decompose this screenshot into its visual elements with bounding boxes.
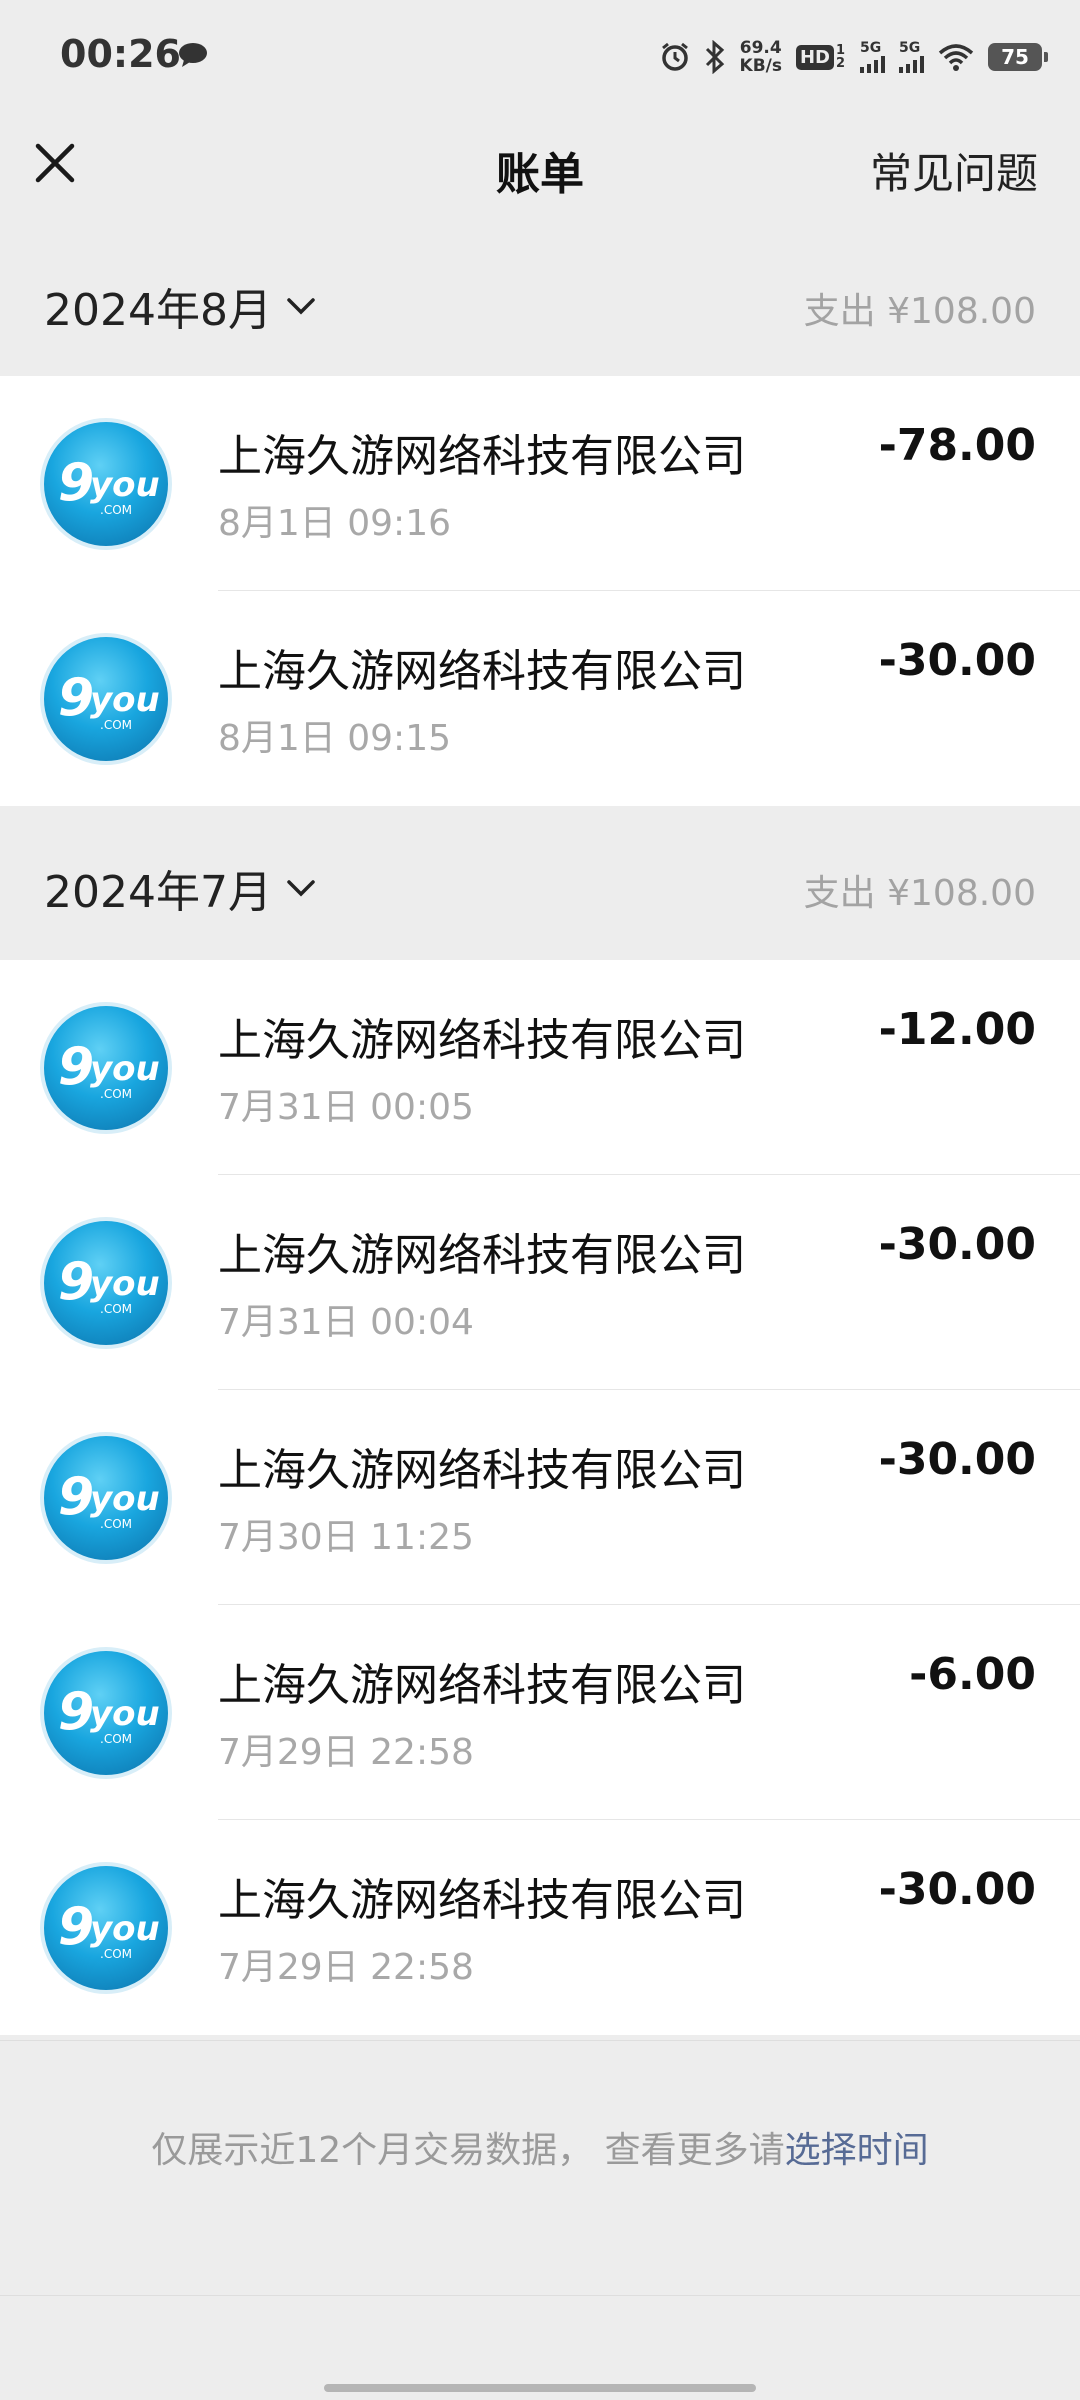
transaction-amount: -30.00 bbox=[878, 1219, 1036, 1270]
chat-notification-icon bbox=[179, 43, 207, 67]
month-spend-total: 支出 ¥108.00 bbox=[803, 291, 1036, 332]
faq-link[interactable]: 常见问题 bbox=[870, 140, 1038, 201]
merchant-name: 上海久游网络科技有限公司 bbox=[218, 1875, 746, 1926]
month-header[interactable]: 2024年7月 支出 ¥108.00 bbox=[0, 808, 1080, 958]
transaction-time: 7月31日 00:04 bbox=[218, 1302, 474, 1343]
battery-icon: 75 bbox=[988, 43, 1048, 71]
svg-text:9: 9 bbox=[58, 1037, 94, 1097]
svg-text:you: you bbox=[90, 1909, 160, 1949]
svg-text:9: 9 bbox=[58, 668, 94, 728]
transaction-time: 7月31日 00:05 bbox=[218, 1087, 474, 1128]
svg-text:.COM: .COM bbox=[100, 1947, 132, 1961]
9you-logo-icon: 9 you .COM bbox=[40, 1217, 172, 1349]
hd-sub: 1 2 bbox=[836, 43, 846, 71]
home-indicator[interactable] bbox=[324, 2384, 756, 2392]
svg-text:.COM: .COM bbox=[100, 1302, 132, 1316]
svg-text:9: 9 bbox=[58, 453, 94, 513]
transaction-amount: -6.00 bbox=[909, 1649, 1036, 1700]
9you-logo-icon: 9 you .COM bbox=[40, 633, 172, 765]
sim1-label: 5G bbox=[860, 40, 882, 56]
svg-text:you: you bbox=[90, 1694, 160, 1734]
svg-text:9: 9 bbox=[58, 1897, 94, 1957]
merchant-name: 上海久游网络科技有限公司 bbox=[218, 1445, 746, 1496]
svg-text:9: 9 bbox=[58, 1467, 94, 1527]
svg-text:9: 9 bbox=[58, 1252, 94, 1312]
bluetooth-icon bbox=[705, 40, 724, 74]
alarm-icon bbox=[661, 42, 688, 71]
merchant-name: 上海久游网络科技有限公司 bbox=[218, 646, 746, 697]
merchant-name: 上海久游网络科技有限公司 bbox=[218, 1230, 746, 1281]
merchant-name: 上海久游网络科技有限公司 bbox=[218, 1660, 746, 1711]
transaction-time: 7月30日 11:25 bbox=[218, 1517, 474, 1558]
svg-text:you: you bbox=[90, 1049, 160, 1089]
signal-bars-icon bbox=[860, 55, 885, 73]
footer-note: 仅展示近12个月交易数据， 查看更多请选择时间 bbox=[0, 2040, 1080, 2296]
sim1-signal: 5G bbox=[860, 41, 885, 73]
month-label: 2024年7月 bbox=[44, 867, 272, 918]
wifi-icon bbox=[938, 44, 974, 71]
footer-text: 仅展示近12个月交易数据， 查看更多请选择时间 bbox=[0, 2121, 1080, 2173]
svg-text:.COM: .COM bbox=[100, 503, 132, 517]
transaction-amount: -30.00 bbox=[878, 1434, 1036, 1485]
transaction-time: 8月1日 09:16 bbox=[218, 503, 451, 544]
transaction-row[interactable]: 9 you .COM 上海久游网络科技有限公司 7月29日 22:58 -6.00 bbox=[0, 1605, 1080, 1820]
svg-text:.COM: .COM bbox=[100, 1732, 132, 1746]
transaction-row[interactable]: 9 you .COM 上海久游网络科技有限公司 7月29日 22:58 -30.00 bbox=[0, 1820, 1080, 2035]
chevron-down-icon bbox=[287, 880, 315, 897]
hd-badge: HD bbox=[795, 44, 834, 70]
network-speed: 69.4 KB/s bbox=[740, 39, 782, 75]
svg-text:.COM: .COM bbox=[100, 1087, 132, 1101]
transaction-time: 7月29日 22:58 bbox=[218, 1732, 474, 1773]
transaction-list: 9 you .COM 上海久游网络科技有限公司 7月31日 00:05 -12.00… bbox=[0, 960, 1080, 2035]
transaction-row[interactable]: 9 you .COM 上海久游网络科技有限公司 8月1日 09:16 -78.00 bbox=[0, 376, 1080, 591]
transaction-row[interactable]: 9 you .COM 上海久游网络科技有限公司 8月1日 09:15 -30.00 bbox=[0, 591, 1080, 806]
status-bar: 00:26 69.4 KB/s HD 1 2 5G 5G 75 bbox=[0, 0, 1080, 110]
transaction-list: 9 you .COM 上海久游网络科技有限公司 8月1日 09:16 -78.00 … bbox=[0, 376, 1080, 806]
transaction-amount: -30.00 bbox=[878, 1864, 1036, 1915]
svg-text:9: 9 bbox=[58, 1682, 94, 1742]
9you-logo-icon: 9 you .COM bbox=[40, 1432, 172, 1564]
footer-note-text: 仅展示近12个月交易数据， 查看更多请 bbox=[151, 2130, 785, 2171]
sim2-signal: 5G bbox=[899, 41, 924, 73]
9you-logo-icon: 9 you .COM bbox=[40, 418, 172, 550]
merchant-name: 上海久游网络科技有限公司 bbox=[218, 1015, 746, 1066]
transaction-row[interactable]: 9 you .COM 上海久游网络科技有限公司 7月31日 00:04 -30.00 bbox=[0, 1175, 1080, 1390]
month-selector[interactable]: 2024年8月 bbox=[44, 274, 316, 338]
network-speed-value: 69.4 bbox=[739, 38, 782, 58]
svg-text:you: you bbox=[90, 465, 160, 505]
svg-text:.COM: .COM bbox=[100, 718, 132, 732]
month-header[interactable]: 2024年8月 支出 ¥108.00 bbox=[0, 226, 1080, 376]
hd-indicator: HD 1 2 bbox=[795, 43, 846, 71]
status-icons: 69.4 KB/s HD 1 2 5G 5G 75 bbox=[660, 34, 1048, 80]
select-time-link[interactable]: 选择时间 bbox=[785, 2130, 929, 2171]
svg-text:.COM: .COM bbox=[100, 1517, 132, 1531]
transaction-time: 7月29日 22:58 bbox=[218, 1947, 474, 1988]
svg-text:you: you bbox=[90, 1264, 160, 1304]
merchant-name: 上海久游网络科技有限公司 bbox=[218, 431, 746, 482]
transaction-row[interactable]: 9 you .COM 上海久游网络科技有限公司 7月30日 11:25 -30.00 bbox=[0, 1390, 1080, 1605]
transaction-amount: -78.00 bbox=[878, 420, 1036, 471]
chevron-down-icon bbox=[287, 298, 315, 315]
svg-text:you: you bbox=[90, 680, 160, 720]
9you-logo-icon: 9 you .COM bbox=[40, 1862, 172, 1994]
transaction-row[interactable]: 9 you .COM 上海久游网络科技有限公司 7月31日 00:05 -12.00 bbox=[0, 960, 1080, 1175]
signal-bars-icon bbox=[899, 55, 924, 73]
month-spend-total: 支出 ¥108.00 bbox=[803, 873, 1036, 914]
9you-logo-icon: 9 you .COM bbox=[40, 1647, 172, 1779]
svg-text:you: you bbox=[90, 1479, 160, 1519]
9you-logo-icon: 9 you .COM bbox=[40, 1002, 172, 1134]
transaction-amount: -12.00 bbox=[878, 1004, 1036, 1055]
month-label: 2024年8月 bbox=[44, 285, 272, 336]
status-time: 00:26 bbox=[60, 32, 181, 76]
transaction-time: 8月1日 09:15 bbox=[218, 718, 451, 759]
sim2-label: 5G bbox=[899, 40, 921, 56]
month-selector[interactable]: 2024年7月 bbox=[44, 856, 316, 920]
nav-bar: 账单 常见问题 bbox=[0, 110, 1080, 227]
network-speed-unit: KB/s bbox=[739, 56, 782, 76]
transaction-amount: -30.00 bbox=[878, 635, 1036, 686]
